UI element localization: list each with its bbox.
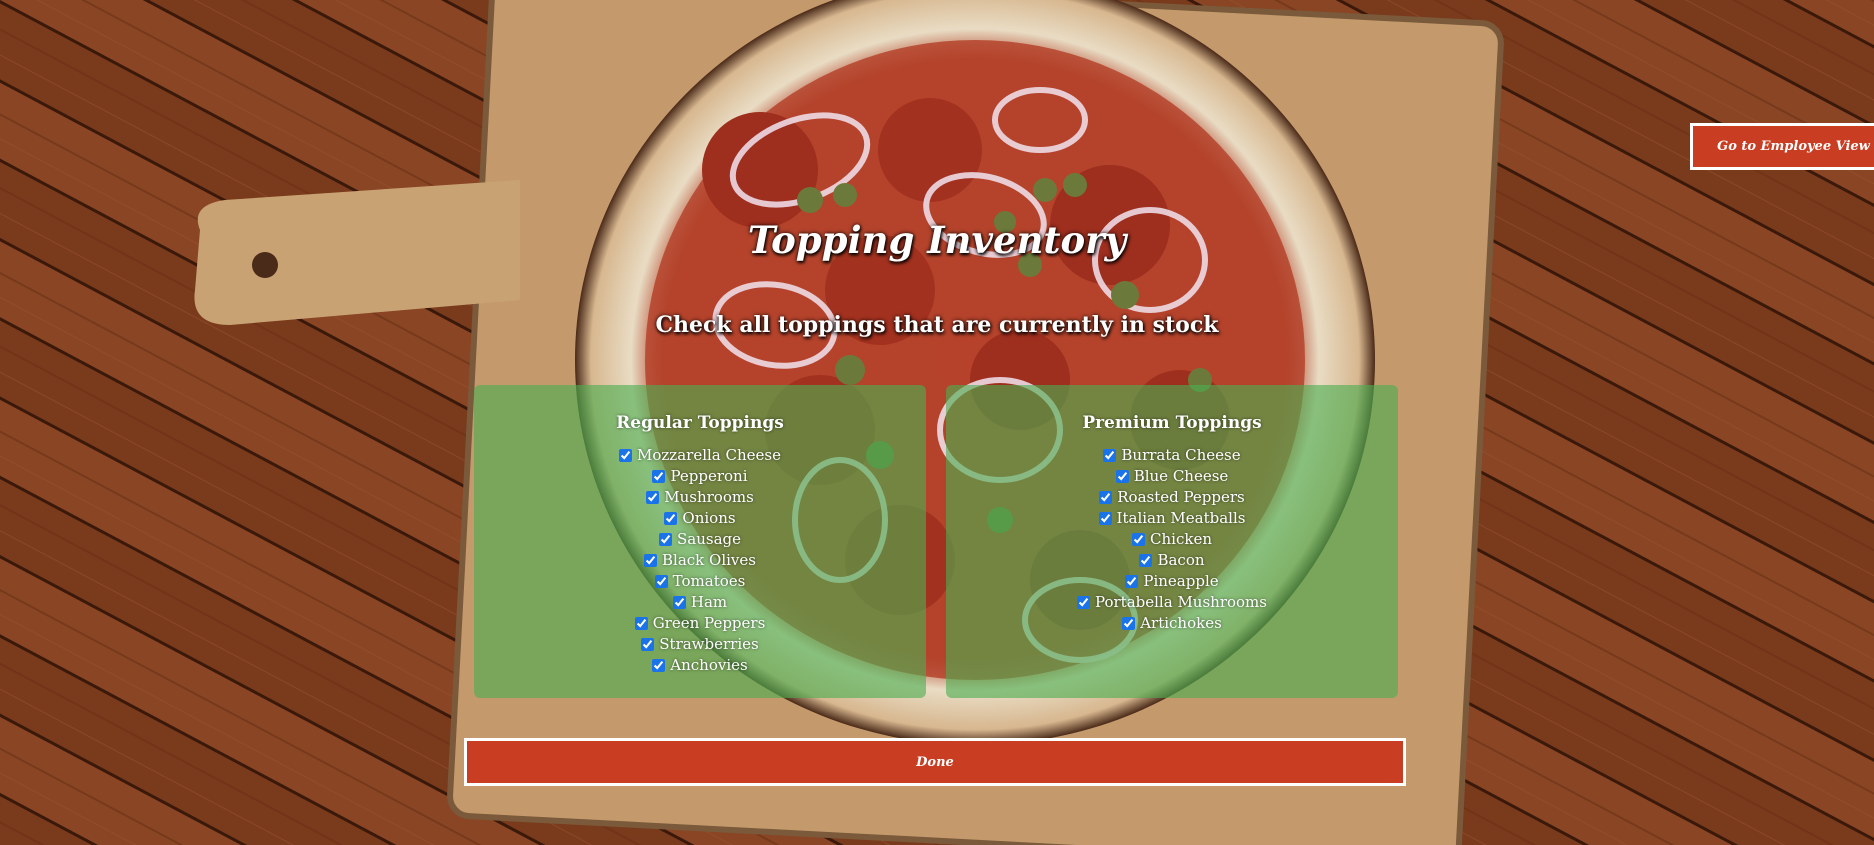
regular-toppings-heading: Regular Toppings — [616, 413, 784, 433]
premium-toppings-list: Burrata Cheese Blue Cheese Roasted Peppers… — [946, 445, 1398, 634]
topping-checkbox-ham[interactable] — [672, 596, 686, 609]
topping-item-mushrooms: Mushrooms — [474, 487, 926, 508]
topping-checkbox-roasted-peppers[interactable] — [1099, 491, 1113, 504]
topping-label[interactable]: Italian Meatballs — [1098, 508, 1246, 529]
topping-item-tomatoes: Tomatoes — [474, 571, 926, 592]
topping-item-ham: Ham — [474, 592, 926, 613]
topping-checkbox-burrata-cheese[interactable] — [1103, 449, 1117, 462]
topping-name: Blue Cheese — [1133, 467, 1229, 485]
topping-label[interactable]: Mushrooms — [646, 487, 754, 508]
topping-name: Mozzarella Cheese — [637, 446, 781, 464]
topping-label[interactable]: Sausage — [659, 529, 741, 550]
topping-name: Black Olives — [662, 551, 756, 569]
topping-name: Green Peppers — [652, 614, 766, 632]
topping-item-black-olives: Black Olives — [474, 550, 926, 571]
topping-label[interactable]: Bacon — [1139, 550, 1205, 571]
topping-name: Portabella Mushrooms — [1095, 593, 1267, 611]
topping-item-roasted-peppers: Roasted Peppers — [946, 487, 1398, 508]
topping-label[interactable]: Burrata Cheese — [1103, 445, 1241, 466]
topping-label[interactable]: Mozzarella Cheese — [619, 445, 781, 466]
topping-item-chicken: Chicken — [946, 529, 1398, 550]
topping-name: Strawberries — [659, 635, 759, 653]
topping-checkbox-mozzarella-cheese[interactable] — [619, 449, 633, 462]
topping-item-onions: Onions — [474, 508, 926, 529]
topping-checkbox-chicken[interactable] — [1132, 533, 1146, 546]
topping-item-bacon: Bacon — [946, 550, 1398, 571]
background-image — [0, 0, 1874, 845]
topping-checkbox-green-peppers[interactable] — [634, 617, 648, 630]
topping-label[interactable]: Ham — [672, 592, 728, 613]
topping-item-pineapple: Pineapple — [946, 571, 1398, 592]
topping-item-blue-cheese: Blue Cheese — [946, 466, 1398, 487]
topping-checkbox-blue-cheese[interactable] — [1115, 470, 1129, 483]
topping-checkbox-strawberries[interactable] — [641, 638, 655, 651]
premium-toppings-panel: Premium Toppings Burrata Cheese Blue Chee… — [946, 385, 1398, 698]
topping-label[interactable]: Roasted Peppers — [1099, 487, 1245, 508]
topping-label[interactable]: Chicken — [1132, 529, 1212, 550]
topping-name: Burrata Cheese — [1121, 446, 1241, 464]
regular-toppings-panel: Regular Toppings Mozzarella Cheese Pepper… — [474, 385, 926, 698]
topping-checkbox-italian-meatballs[interactable] — [1098, 512, 1112, 525]
topping-label[interactable]: Pepperoni — [652, 466, 748, 487]
topping-item-strawberries: Strawberries — [474, 634, 926, 655]
topping-item-portabella-mushrooms: Portabella Mushrooms — [946, 592, 1398, 613]
topping-label[interactable]: Artichokes — [1122, 613, 1222, 634]
topping-checkbox-pepperoni[interactable] — [652, 470, 666, 483]
topping-item-pepperoni: Pepperoni — [474, 466, 926, 487]
topping-item-anchovies: Anchovies — [474, 655, 926, 676]
done-button[interactable]: Done — [464, 738, 1406, 786]
topping-label[interactable]: Portabella Mushrooms — [1077, 592, 1267, 613]
topping-checkbox-portabella-mushrooms[interactable] — [1077, 596, 1090, 609]
premium-toppings-heading: Premium Toppings — [1082, 413, 1262, 433]
topping-name: Chicken — [1150, 530, 1212, 548]
topping-checkbox-sausage[interactable] — [659, 533, 672, 546]
topping-name: Sausage — [677, 530, 741, 548]
topping-checkbox-artichokes[interactable] — [1122, 617, 1136, 630]
topping-label[interactable]: Strawberries — [641, 634, 759, 655]
topping-label[interactable]: Tomatoes — [654, 571, 746, 592]
regular-toppings-list: Mozzarella Cheese Pepperoni Mushrooms Onion… — [474, 445, 926, 676]
topping-name: Pepperoni — [670, 467, 748, 485]
topping-item-sausage: Sausage — [474, 529, 926, 550]
topping-name: Ham — [690, 593, 728, 611]
topping-label[interactable]: Anchovies — [652, 655, 748, 676]
topping-name: Artichokes — [1140, 614, 1222, 632]
topping-label[interactable]: Black Olives — [644, 550, 756, 571]
topping-name: Italian Meatballs — [1116, 509, 1246, 527]
topping-checkbox-anchovies[interactable] — [652, 659, 666, 672]
topping-label[interactable]: Green Peppers — [634, 613, 766, 634]
topping-item-artichokes: Artichokes — [946, 613, 1398, 634]
topping-checkbox-tomatoes[interactable] — [654, 575, 668, 588]
topping-item-mozzarella-cheese: Mozzarella Cheese — [474, 445, 926, 466]
topping-item-green-peppers: Green Peppers — [474, 613, 926, 634]
topping-name: Pineapple — [1143, 572, 1219, 590]
topping-label[interactable]: Onions — [664, 508, 736, 529]
topping-name: Tomatoes — [672, 572, 746, 590]
topping-label[interactable]: Pineapple — [1125, 571, 1219, 592]
topping-checkbox-black-olives[interactable] — [644, 554, 658, 567]
topping-checkbox-pineapple[interactable] — [1125, 575, 1139, 588]
topping-checkbox-bacon[interactable] — [1139, 554, 1153, 567]
topping-item-italian-meatballs: Italian Meatballs — [946, 508, 1398, 529]
topping-name: Onions — [682, 509, 736, 527]
topping-name: Anchovies — [670, 656, 748, 674]
go-to-employee-view-button[interactable]: Go to Employee View — [1690, 123, 1874, 170]
topping-name: Roasted Peppers — [1117, 488, 1245, 506]
page-title: Topping Inventory — [747, 218, 1127, 262]
topping-item-burrata-cheese: Burrata Cheese — [946, 445, 1398, 466]
page-subtitle: Check all toppings that are currently in… — [655, 312, 1219, 338]
topping-name: Bacon — [1157, 551, 1205, 569]
topping-checkbox-onions[interactable] — [664, 512, 678, 525]
topping-name: Mushrooms — [664, 488, 754, 506]
topping-label[interactable]: Blue Cheese — [1115, 466, 1229, 487]
topping-checkbox-mushrooms[interactable] — [646, 491, 660, 504]
